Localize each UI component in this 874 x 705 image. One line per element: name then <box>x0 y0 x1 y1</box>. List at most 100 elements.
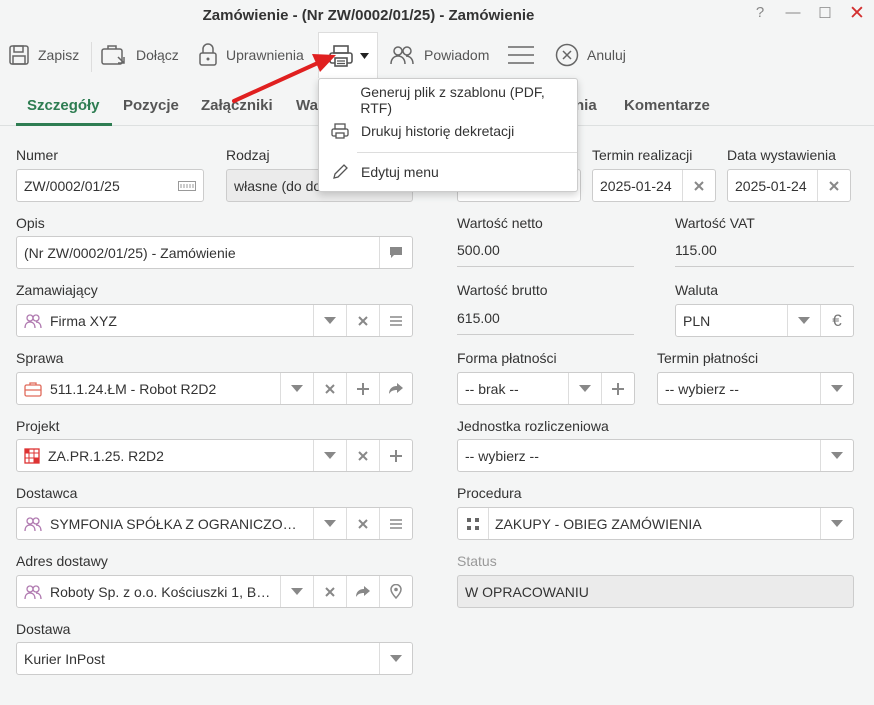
zamawiajacy-dropdown-button[interactable] <box>313 305 346 336</box>
zamawiajacy-value: Firma XYZ <box>50 312 117 329</box>
clear-x-icon <box>325 586 335 597</box>
chevron-down-icon <box>291 588 303 595</box>
jednostka-dropdown-button[interactable] <box>820 440 853 471</box>
cancel-button[interactable]: Anuluj <box>555 40 626 70</box>
adres-map-button[interactable] <box>379 576 412 607</box>
numbering-icon <box>177 180 196 191</box>
clear-x-icon <box>358 518 368 529</box>
projekt-add-button[interactable] <box>379 440 412 471</box>
procedura-dropdown-button[interactable] <box>820 508 853 539</box>
forward-arrow-icon <box>356 585 370 597</box>
waluta-field[interactable]: PLN € <box>675 304 854 337</box>
dostawa-dropdown-button[interactable] <box>379 643 412 674</box>
dostawa-field[interactable]: Kurier InPost <box>16 642 413 675</box>
padlock-icon <box>199 43 217 66</box>
menu-item-edit-menu[interactable]: Edytuj menu <box>319 157 577 187</box>
projekt-dropdown-button[interactable] <box>313 440 346 471</box>
zamawiajacy-list-button[interactable] <box>379 305 412 336</box>
minimize-button[interactable]: — <box>783 4 803 21</box>
list-icon <box>390 518 402 529</box>
termin-platnosci-field[interactable]: -- wybierz -- <box>657 372 854 405</box>
numer-value: ZW/0002/01/25 <box>24 177 120 194</box>
attach-button[interactable]: Dołącz <box>100 40 179 70</box>
adres-open-button[interactable] <box>346 576 379 607</box>
opis-value: (Nr ZW/0002/01/25) - Zamówienie <box>24 244 236 261</box>
menu-item-print-history[interactable]: Drukuj historię dekretacji <box>319 116 577 146</box>
save-button[interactable]: Zapisz <box>8 40 79 70</box>
waluta-dropdown-button[interactable] <box>787 305 820 336</box>
jednostka-field[interactable]: -- wybierz -- <box>457 439 854 472</box>
caret-down-icon <box>359 52 369 59</box>
help-button[interactable]: ? <box>750 4 770 21</box>
data-wystawienia-clear-button[interactable] <box>817 170 850 201</box>
plus-icon <box>612 382 624 395</box>
adres-dostawy-field[interactable]: Roboty Sp. z o.o. Kościuszki 1, Bytom <box>16 575 413 608</box>
floppy-disk-icon <box>9 45 29 65</box>
numer-field[interactable]: ZW/0002/01/25 <box>16 169 204 202</box>
projekt-value: ZA.PR.1.25. R2D2 <box>48 447 164 464</box>
hamburger-icon <box>508 46 534 64</box>
hamburger-menu-button[interactable] <box>507 40 535 70</box>
procedura-field[interactable]: ZAKUPY - OBIEG ZAMÓWIENIA <box>457 507 854 540</box>
notify-button[interactable]: Powiadom <box>388 40 489 70</box>
cancel-label: Anuluj <box>587 47 626 63</box>
termin-platnosci-dropdown-button[interactable] <box>820 373 853 404</box>
map-pin-icon <box>390 584 402 599</box>
tab-wa[interactable]: Wa <box>296 97 318 114</box>
dostawa-value: Kurier InPost <box>24 650 105 667</box>
termin-realizacji-value: 2025-01-24 <box>600 177 672 194</box>
description-comment-button[interactable] <box>379 237 412 268</box>
contractor-icon <box>24 516 42 531</box>
print-dropdown-menu: Generuj plik z szablonu (PDF, RTF) Druku… <box>318 78 578 192</box>
adres-clear-button[interactable] <box>313 576 346 607</box>
dostawca-field[interactable]: SYMFONIA SPÓŁKA Z OGRANICZONĄ ODPOWIEDZI… <box>16 507 413 540</box>
status-label: Status <box>457 553 497 569</box>
plus-icon <box>357 382 369 395</box>
forma-platnosci-dropdown-button[interactable] <box>568 373 601 404</box>
dostawca-dropdown-button[interactable] <box>313 508 346 539</box>
clear-x-icon <box>358 450 368 461</box>
procedura-value: ZAKUPY - OBIEG ZAMÓWIENIA <box>495 515 702 532</box>
close-button[interactable]: ✕ <box>847 2 867 25</box>
adres-dostawy-value: Roboty Sp. z o.o. Kościuszki 1, Bytom <box>50 583 273 600</box>
projekt-clear-button[interactable] <box>346 440 379 471</box>
briefcase-icon <box>101 45 125 65</box>
adres-dropdown-button[interactable] <box>280 576 313 607</box>
tab-comments[interactable]: Komentarze <box>624 97 710 114</box>
opis-field[interactable]: (Nr ZW/0002/01/25) - Zamówienie <box>16 236 413 269</box>
projekt-field[interactable]: ZA.PR.1.25. R2D2 <box>16 439 413 472</box>
forma-platnosci-add-button[interactable] <box>601 373 634 404</box>
chevron-down-icon <box>579 385 591 392</box>
number-generator-button[interactable] <box>170 170 203 201</box>
jednostka-value: -- wybierz -- <box>465 447 539 464</box>
wartosc-brutto-label: Wartość brutto <box>457 282 548 298</box>
data-wystawienia-field[interactable]: 2025-01-24 <box>727 169 851 202</box>
sprawa-clear-button[interactable] <box>313 373 346 404</box>
zamawiajacy-clear-button[interactable] <box>346 305 379 336</box>
dostawca-clear-button[interactable] <box>346 508 379 539</box>
sprawa-dropdown-button[interactable] <box>280 373 313 404</box>
wartosc-brutto-value: 615.00 <box>457 302 634 335</box>
sprawa-add-button[interactable] <box>346 373 379 404</box>
menu-item-label: Edytuj menu <box>361 164 439 180</box>
termin-realizacji-field[interactable]: 2025-01-24 <box>592 169 716 202</box>
dostawca-list-button[interactable] <box>379 508 412 539</box>
sprawa-open-button[interactable] <box>379 373 412 404</box>
menu-item-generate-from-template[interactable]: Generuj plik z szablonu (PDF, RTF) <box>319 84 577 116</box>
forma-platnosci-field[interactable]: -- brak -- <box>457 372 635 405</box>
tab-items[interactable]: Pozycje <box>123 97 179 114</box>
maximize-button[interactable]: ☐ <box>815 4 835 22</box>
sprawa-field[interactable]: 511.1.24.ŁM - Robot R2D2 <box>16 372 413 405</box>
permissions-button[interactable]: Uprawnienia <box>198 40 304 70</box>
data-wystawienia-label: Data wystawienia <box>727 147 836 163</box>
zamawiajacy-field[interactable]: Firma XYZ <box>16 304 413 337</box>
print-button[interactable] <box>318 32 378 78</box>
termin-realizacji-clear-button[interactable] <box>682 170 715 201</box>
menu-item-label: Generuj plik z szablonu (PDF, RTF) <box>360 84 545 116</box>
tab-nia[interactable]: nia <box>575 97 597 114</box>
tab-details[interactable]: Szczegóły <box>27 97 100 114</box>
wartosc-netto-value: 500.00 <box>457 234 634 267</box>
currency-euro-icon[interactable]: € <box>820 305 853 336</box>
title-bar: Zamówienie - (Nr ZW/0002/01/25) - Zamówi… <box>0 0 874 32</box>
tab-attachments[interactable]: Załączniki <box>201 97 273 114</box>
